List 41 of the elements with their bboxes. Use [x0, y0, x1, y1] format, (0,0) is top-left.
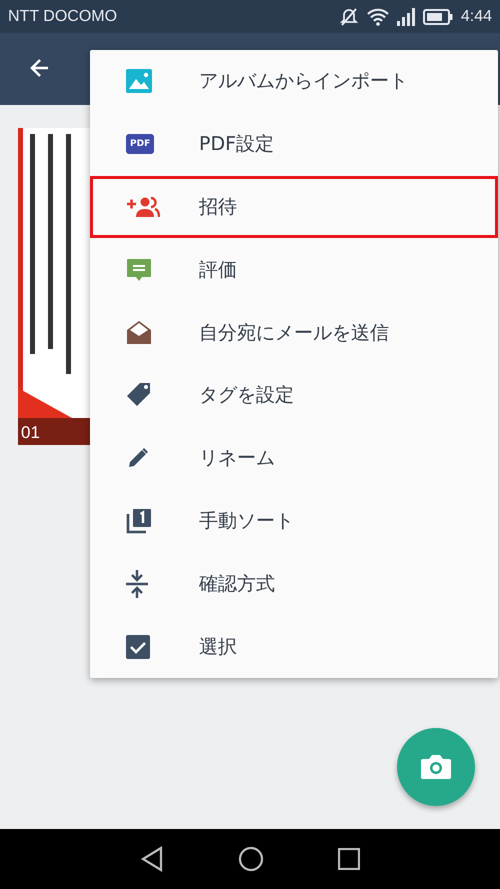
landscape-image-icon	[126, 69, 152, 94]
menu-item[interactable]: PDF PDF設定	[90, 112, 498, 176]
menu-item-label: 手動ソート	[199, 508, 294, 534]
carrier-name: NTT DOCOMO	[8, 8, 118, 26]
envelope-icon	[126, 320, 152, 345]
clock: 4:44	[460, 8, 492, 26]
menu-item[interactable]: アルバムからインポート	[90, 50, 498, 113]
menu-item-label: アルバムからインポート	[199, 69, 408, 94]
page-number: 01	[21, 423, 40, 443]
speech-bubble-icon	[126, 256, 152, 283]
checkbox-icon	[126, 634, 150, 659]
menu-item[interactable]: 招待	[90, 176, 498, 238]
menu-item-label: リネーム	[199, 446, 275, 472]
menu-item[interactable]: 自分宛にメールを送信	[90, 301, 498, 364]
add-people-icon	[126, 196, 160, 218]
home-nav-button[interactable]	[238, 846, 264, 872]
menu-item-label: 選択	[199, 634, 237, 660]
pdf-icon: PDF	[126, 134, 154, 154]
menu-item-label: 評価	[199, 258, 237, 283]
recents-nav-button[interactable]	[338, 848, 360, 870]
menu-item[interactable]: 選択	[90, 615, 498, 678]
menu-item-label: PDF設定	[199, 132, 274, 158]
menu-item[interactable]: 確認方式	[90, 552, 498, 616]
camera-button[interactable]	[397, 728, 475, 806]
wifi-icon	[366, 8, 389, 26]
menu-item[interactable]: タグを設定	[90, 364, 498, 427]
menu-item-label: 招待	[199, 194, 237, 220]
tag-icon	[126, 382, 152, 408]
back-nav-button[interactable]	[140, 846, 164, 872]
signal-icon	[396, 8, 415, 26]
mute-icon	[338, 6, 359, 26]
menu-item-label: 確認方式	[199, 572, 275, 597]
compress-arrows-icon	[126, 570, 148, 598]
menu-item-label: タグを設定	[199, 383, 294, 408]
battery-icon	[422, 8, 453, 24]
menu-item[interactable]: 手動ソート	[90, 490, 498, 552]
menu-item-label: 自分宛にメールを送信	[199, 320, 389, 346]
menu-item[interactable]: リネーム	[90, 426, 498, 490]
menu-item[interactable]: 評価	[90, 238, 498, 302]
camera-icon	[420, 753, 452, 781]
numbered-stack-icon	[126, 508, 152, 534]
